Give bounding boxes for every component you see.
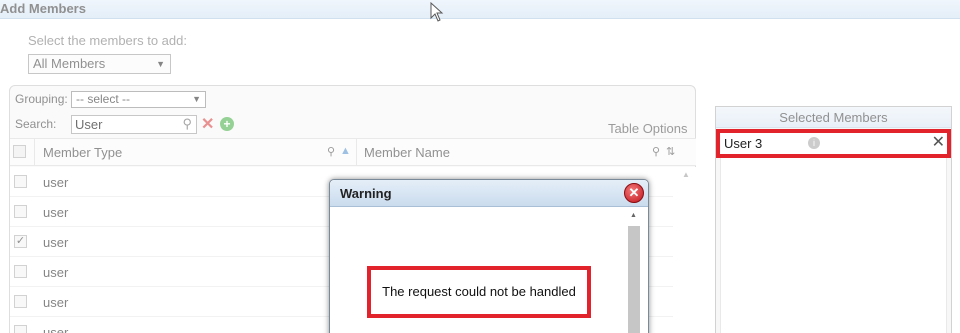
dialog-title-bar: Warning [330,180,648,207]
close-icon[interactable]: ✕ [624,183,644,203]
dialog-scrollbar[interactable]: ▲ [627,210,641,333]
dialog-message: The request could not be handled [367,266,591,318]
close-icon[interactable]: ✕ [932,132,945,152]
dialog-title: Warning [340,186,392,201]
selected-member-name: User 3 [724,136,763,151]
scroll-up-icon[interactable]: ▲ [630,212,637,219]
selected-member-item[interactable]: User 3 i ✕ [716,129,951,158]
warning-dialog: Warning ✕ ▲ The request could not be han… [329,179,649,333]
scroll-thumb[interactable] [628,226,640,333]
info-icon[interactable]: i [808,137,820,149]
